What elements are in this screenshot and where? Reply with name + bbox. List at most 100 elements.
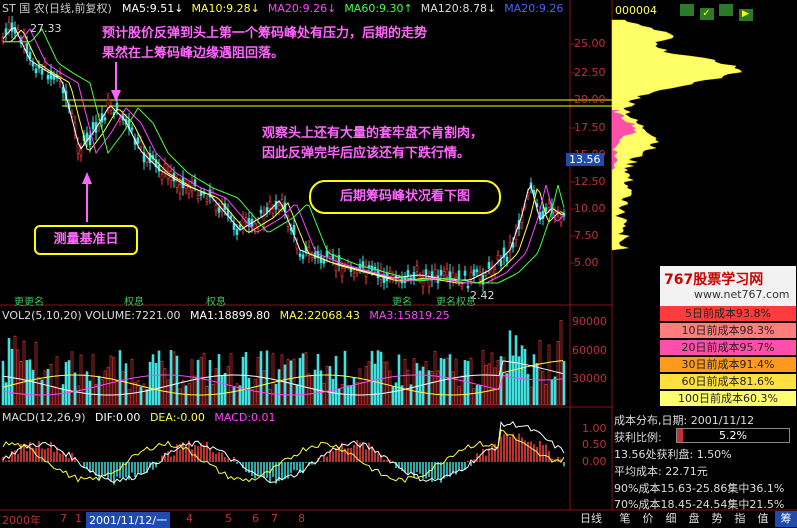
volume-bar [199, 357, 203, 406]
volume-bar [172, 351, 176, 406]
volume-bar [244, 352, 248, 406]
play-icon[interactable]: ▶ [738, 9, 753, 21]
bottom-tab[interactable]: 盘 [683, 511, 705, 527]
stock-code: 000004 [615, 4, 657, 17]
volume-bar [88, 380, 92, 406]
volume-bar [508, 330, 512, 406]
signal-label: 权息 [206, 297, 226, 308]
bottom-tab[interactable]: 势 [706, 511, 728, 527]
cost-row: 100日前成本60.3% [660, 391, 796, 406]
volume-bar [37, 376, 41, 406]
macd-tick: 0.50 [582, 438, 607, 451]
candle-body [145, 157, 149, 163]
volume-bar [439, 357, 443, 406]
bottom-tab[interactable]: 筹 [775, 511, 797, 527]
volume-bar [181, 379, 185, 406]
candle-body [268, 201, 272, 210]
date-tick: 5 [225, 512, 232, 525]
volume-bar [115, 380, 119, 406]
volume-bar [196, 359, 200, 406]
volume-bar [343, 350, 347, 406]
bottom-tab[interactable]: 笔 [614, 511, 636, 527]
date-tick: 7 [271, 512, 278, 525]
candle-body [319, 255, 323, 264]
volume-bar [307, 373, 311, 406]
volume-bar [286, 358, 290, 406]
volume-bar [7, 338, 11, 406]
cost-row: 5日前成本93.8% [660, 306, 796, 321]
bottom-tab[interactable]: 价 [637, 511, 659, 527]
cost-row: 10日前成本98.3% [660, 323, 796, 338]
bottom-tab[interactable]: 细 [660, 511, 682, 527]
volume-bar [337, 388, 341, 406]
candle-body [205, 198, 209, 202]
volume-bar [391, 386, 395, 406]
candle-body [130, 127, 134, 131]
volume-tick: 90000 [572, 315, 607, 328]
volume-bar [160, 360, 164, 406]
window-icons[interactable]: ✓ ▶ [680, 4, 753, 21]
candle-body [7, 22, 11, 30]
volume-bar [481, 350, 485, 406]
volume-bar [124, 363, 128, 406]
volume-bar [520, 345, 524, 406]
volume-bar [394, 382, 398, 406]
volume-bar [298, 357, 302, 406]
price-tick: 12.50 [574, 175, 606, 188]
candle-body [40, 69, 44, 75]
volume-bar [325, 365, 329, 406]
bottom-tab[interactable]: 指 [729, 511, 751, 527]
candle-body [199, 191, 203, 196]
volume-bar [355, 382, 359, 406]
volume-bar [364, 366, 368, 406]
volume-bar [283, 364, 287, 406]
volume-bar [358, 368, 362, 406]
volume-bar [61, 384, 65, 406]
volume-bar [214, 368, 218, 406]
volume-bar [373, 363, 377, 406]
flag-icon[interactable] [719, 4, 733, 16]
date-tick: 7 [60, 512, 67, 525]
volume-bar [478, 384, 482, 406]
volume-bar [361, 381, 365, 406]
volume-bar [523, 348, 527, 406]
volume-bar [469, 357, 473, 406]
volume-bar [505, 373, 509, 406]
volume-bar [538, 339, 542, 406]
candle-body [544, 207, 548, 212]
cost-90: 90%成本15.63-25.86集中36.1% [614, 482, 785, 495]
candle-body [475, 269, 479, 273]
annotation-oval: 后期筹码峰状况看下图 [309, 180, 501, 214]
volume-bar [352, 377, 356, 406]
volume-bar [133, 382, 137, 406]
volume-bar [31, 369, 35, 406]
ma-legend-item: MA120:8.78↓ [420, 2, 497, 15]
cost-70: 70%成本18.45-24.54集中21.5% [614, 498, 785, 511]
volume-bar [322, 382, 326, 406]
volume-bar [457, 386, 461, 406]
candle-body [136, 137, 140, 144]
volume-bar [319, 370, 323, 406]
volume-bar [397, 354, 401, 406]
period-selector[interactable]: 日线 [570, 511, 612, 527]
volume-bar [103, 370, 107, 406]
green-icon[interactable] [680, 4, 694, 16]
volume-bar [259, 351, 263, 406]
volume-bar [16, 349, 20, 406]
bottom-tab[interactable]: 值 [752, 511, 774, 527]
candle-body [406, 270, 410, 277]
ma-legend-item: MA10:9.28↓ [191, 2, 260, 15]
at-price-profit: 13.56处获利盘: 1.50% [614, 448, 732, 461]
ma-legend-item: MA60:9.30↑ [344, 2, 413, 15]
volume-bar [229, 353, 233, 406]
volume-bar [109, 355, 113, 406]
volume-header: VOL2(5,10,20) VOLUME:7221.00 MA1:18899.8… [2, 309, 450, 322]
check-icon[interactable]: ✓ [699, 8, 714, 20]
candle-body [76, 144, 80, 154]
volume-bar [148, 361, 152, 406]
volume-bar [121, 371, 125, 406]
candle-body [214, 204, 218, 211]
volume-bar [547, 344, 551, 406]
candle-body [466, 285, 470, 289]
volume-bar [226, 366, 230, 406]
